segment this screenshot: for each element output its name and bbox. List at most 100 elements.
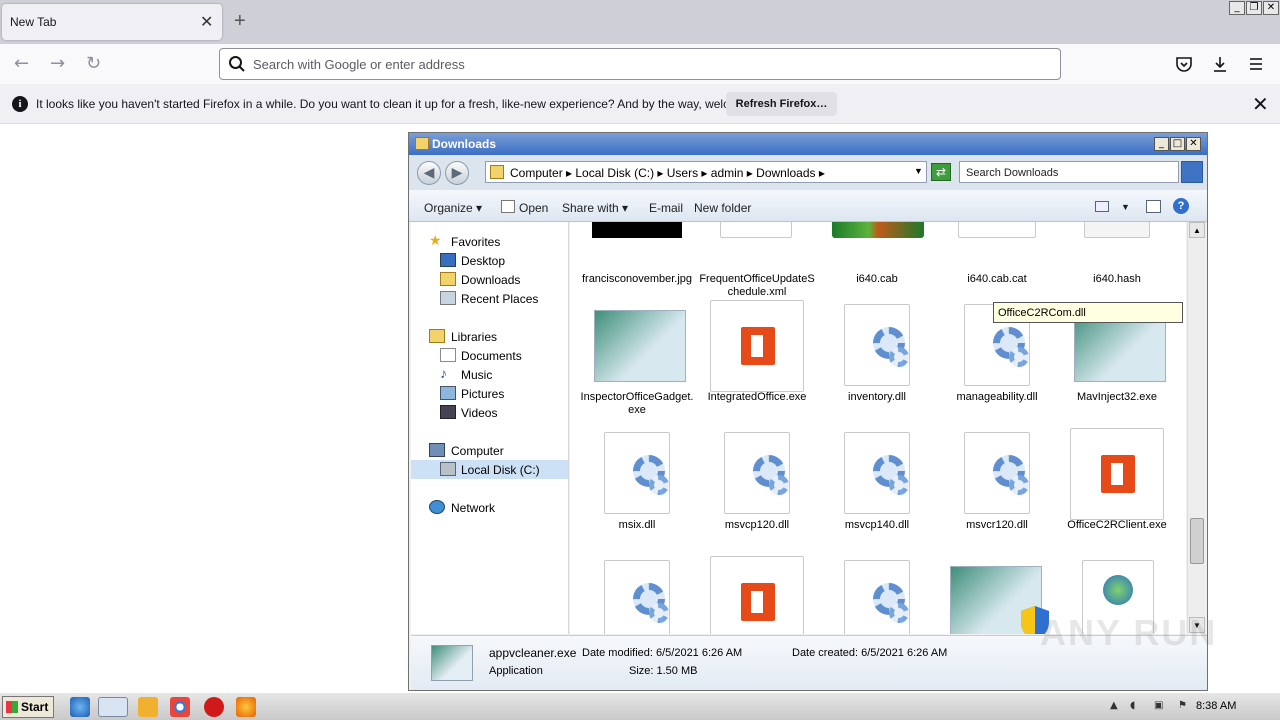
- downloads-folder-icon: [440, 272, 456, 286]
- breadcrumb[interactable]: Computer ▸ Local Disk (C:) ▸ Users ▸ adm…: [485, 161, 927, 183]
- file-item[interactable]: InspectorOfficeGadget.exe: [578, 300, 696, 426]
- view-icon[interactable]: [1095, 201, 1109, 212]
- office-icon: [710, 300, 804, 392]
- explorer-taskbar-icon[interactable]: [98, 697, 128, 717]
- tab-close-icon[interactable]: ✕: [200, 12, 213, 32]
- nav-network[interactable]: Network: [411, 498, 568, 517]
- file-item[interactable]: [578, 556, 696, 634]
- action-center-flag-icon[interactable]: ⚑: [1178, 700, 1192, 714]
- nav-label: Pictures: [461, 387, 505, 401]
- file-item[interactable]: IntegratedOffice.exe: [698, 300, 816, 426]
- scroll-up-icon[interactable]: ▲: [1189, 222, 1205, 238]
- info-icon: i: [12, 96, 28, 112]
- nav-documents[interactable]: Documents: [411, 346, 568, 365]
- file-item[interactable]: [818, 556, 936, 634]
- file-item[interactable]: i640.cab: [818, 222, 936, 308]
- search-downloads-input[interactable]: Search Downloads: [959, 161, 1179, 183]
- nav-recent-places[interactable]: Recent Places: [411, 289, 568, 308]
- nav-desktop[interactable]: Desktop: [411, 251, 568, 270]
- file-item[interactable]: msvcp140.dll: [818, 428, 936, 554]
- nav-music[interactable]: ♪ Music: [411, 365, 568, 384]
- explorer-maximize-button[interactable]: □: [1170, 137, 1185, 151]
- explorer-minimize-button[interactable]: _: [1154, 137, 1169, 151]
- firefox-icon[interactable]: [236, 697, 256, 717]
- globe-icon: [1103, 575, 1133, 605]
- file-item[interactable]: FrequentOfficeUpdateSchedule.xml: [698, 222, 816, 308]
- application-icon: [431, 645, 473, 681]
- view-dropdown-icon[interactable]: ▼: [1121, 202, 1130, 212]
- opera-icon[interactable]: [204, 697, 224, 717]
- explorer-forward-icon[interactable]: ▶: [445, 161, 469, 185]
- nav-computer[interactable]: Computer: [411, 441, 568, 460]
- start-label: Start: [21, 700, 49, 714]
- explorer-close-button[interactable]: ✕: [1186, 137, 1201, 151]
- start-button[interactable]: Start: [2, 696, 54, 718]
- nav-pictures[interactable]: Pictures: [411, 384, 568, 403]
- pictures-icon: [440, 386, 456, 400]
- office-icon: [710, 556, 804, 634]
- back-arrow-icon[interactable]: ←: [14, 53, 29, 74]
- nav-local-disk[interactable]: Local Disk (C:): [411, 460, 568, 479]
- file-item[interactable]: francisconovember.jpg: [578, 222, 696, 308]
- file-item[interactable]: msix.dll: [578, 428, 696, 554]
- refresh-icon[interactable]: ⇄: [931, 163, 951, 181]
- volume-icon[interactable]: ◖: [1130, 700, 1144, 714]
- explorer-window-controls: _ □ ✕: [1153, 137, 1201, 151]
- media-player-icon[interactable]: [138, 697, 158, 717]
- pocket-icon[interactable]: [1174, 54, 1194, 74]
- file-item[interactable]: i640.hash: [1058, 222, 1176, 308]
- open-button[interactable]: Open: [519, 201, 548, 215]
- share-with-button[interactable]: Share with ▾: [562, 201, 628, 215]
- refresh-firefox-button[interactable]: Refresh Firefox…: [726, 92, 837, 116]
- browser-tab-bar: New Tab ✕ + _ ❐ ✕: [0, 0, 1280, 44]
- file-item[interactable]: [938, 556, 1056, 634]
- explorer-back-icon[interactable]: ◀: [417, 161, 441, 185]
- nav-libraries[interactable]: Libraries: [411, 327, 568, 346]
- details-filename: appvcleaner.exe: [489, 646, 577, 660]
- file-name: manageability.dll: [956, 391, 1038, 403]
- search-button-icon[interactable]: [1181, 161, 1203, 183]
- file-item[interactable]: inventory.dll: [818, 300, 936, 426]
- forward-arrow-icon[interactable]: →: [50, 53, 65, 74]
- url-bar[interactable]: Search with Google or enter address: [219, 48, 1061, 80]
- help-icon[interactable]: ?: [1173, 198, 1189, 214]
- file-list[interactable]: francisconovember.jpg FrequentOfficeUpda…: [570, 222, 1186, 634]
- file-item[interactable]: msvcp120.dll: [698, 428, 816, 554]
- close-button[interactable]: ✕: [1263, 1, 1279, 15]
- new-folder-button[interactable]: New folder: [694, 201, 751, 215]
- chrome-icon[interactable]: [170, 697, 190, 717]
- new-tab-button[interactable]: +: [234, 10, 246, 33]
- nav-videos[interactable]: Videos: [411, 403, 568, 422]
- email-button[interactable]: E-mail: [649, 201, 683, 215]
- file-item[interactable]: i640.cab.cat: [938, 222, 1056, 308]
- file-item[interactable]: OfficeC2RClient.exe: [1058, 428, 1176, 554]
- internet-explorer-icon[interactable]: [70, 697, 90, 717]
- reload-icon[interactable]: ↻: [86, 53, 101, 74]
- explorer-titlebar[interactable]: Downloads _ □ ✕: [409, 133, 1207, 155]
- preview-pane-icon[interactable]: [1146, 200, 1161, 213]
- scroll-thumb[interactable]: [1190, 518, 1204, 564]
- file-item[interactable]: [698, 556, 816, 634]
- notification-close-icon[interactable]: ✕: [1252, 92, 1269, 117]
- dll-gear-icon: [604, 432, 670, 514]
- minimize-button[interactable]: _: [1229, 1, 1245, 15]
- network-tray-icon[interactable]: ▣: [1154, 700, 1168, 714]
- vertical-scrollbar[interactable]: ▲ ▼: [1187, 222, 1205, 634]
- clock[interactable]: 8:38 AM: [1196, 700, 1236, 712]
- gear-small-icon: [1009, 475, 1029, 495]
- music-icon: ♪: [440, 365, 447, 381]
- breadcrumb-path[interactable]: Computer ▸ Local Disk (C:) ▸ Users ▸ adm…: [510, 166, 825, 180]
- file-item[interactable]: msvcr120.dll: [938, 428, 1056, 554]
- menu-icon[interactable]: [1246, 54, 1266, 74]
- file-name: msix.dll: [618, 519, 656, 531]
- computer-icon: [429, 443, 445, 457]
- tray-expand-icon[interactable]: ▲: [1110, 700, 1124, 714]
- tab-new-tab[interactable]: New Tab ✕: [2, 4, 222, 40]
- chevron-down-icon[interactable]: ▼: [914, 166, 923, 176]
- organize-button[interactable]: Organize ▾: [424, 201, 482, 215]
- navigation-pane: ★ Favorites Desktop Downloads Recent Pla…: [411, 222, 569, 634]
- downloads-icon[interactable]: [1210, 54, 1230, 74]
- nav-downloads[interactable]: Downloads: [411, 270, 568, 289]
- restore-button[interactable]: ❐: [1246, 1, 1262, 15]
- nav-favorites[interactable]: ★ Favorites: [411, 232, 568, 251]
